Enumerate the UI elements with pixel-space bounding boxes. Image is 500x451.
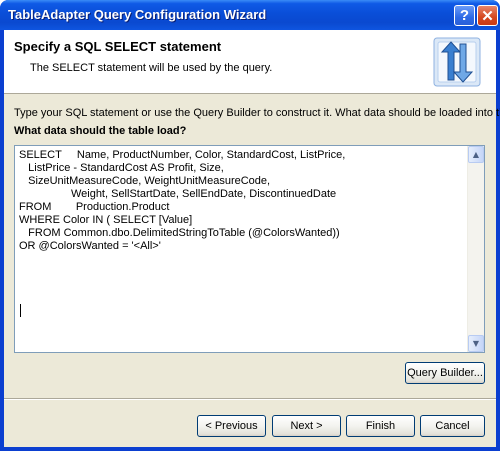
instruction-text: Type your SQL statement or use the Query… [14, 107, 500, 119]
window-title: TableAdapter Query Configuration Wizard [8, 7, 267, 22]
query-builder-button[interactable]: Query Builder... [405, 362, 485, 384]
wizard-window: TableAdapter Query Configuration Wizard … [0, 0, 500, 451]
text-caret [20, 304, 21, 317]
sql-statement-textarea[interactable]: SELECT Name, ProductNumber, Color, Stand… [14, 145, 485, 353]
wizard-header: Specify a SQL SELECT statement The SELEC… [4, 30, 496, 94]
page-title: Specify a SQL SELECT statement [14, 39, 222, 54]
vertical-scrollbar[interactable]: ▲ ▼ [467, 146, 484, 352]
dialog-client-area: Specify a SQL SELECT statement The SELEC… [4, 30, 500, 447]
table-load-label: What data should the table load? [14, 125, 187, 137]
finish-button[interactable]: Finish [346, 415, 415, 437]
scroll-up-icon[interactable]: ▲ [468, 146, 484, 163]
next-button[interactable]: Next > [272, 415, 341, 437]
help-button[interactable]: ? [454, 5, 475, 26]
cancel-button[interactable]: Cancel [420, 415, 485, 437]
scroll-down-icon[interactable]: ▼ [468, 335, 484, 352]
footer-divider [4, 398, 496, 400]
page-subtitle: The SELECT statement will be used by the… [30, 62, 273, 74]
title-bar[interactable]: TableAdapter Query Configuration Wizard … [0, 0, 500, 30]
close-button[interactable]: ✕ [477, 5, 498, 26]
query-wizard-arrows-icon [433, 37, 481, 87]
previous-button[interactable]: < Previous [197, 415, 266, 437]
sql-statement-text[interactable]: SELECT Name, ProductNumber, Color, Stand… [19, 149, 464, 253]
